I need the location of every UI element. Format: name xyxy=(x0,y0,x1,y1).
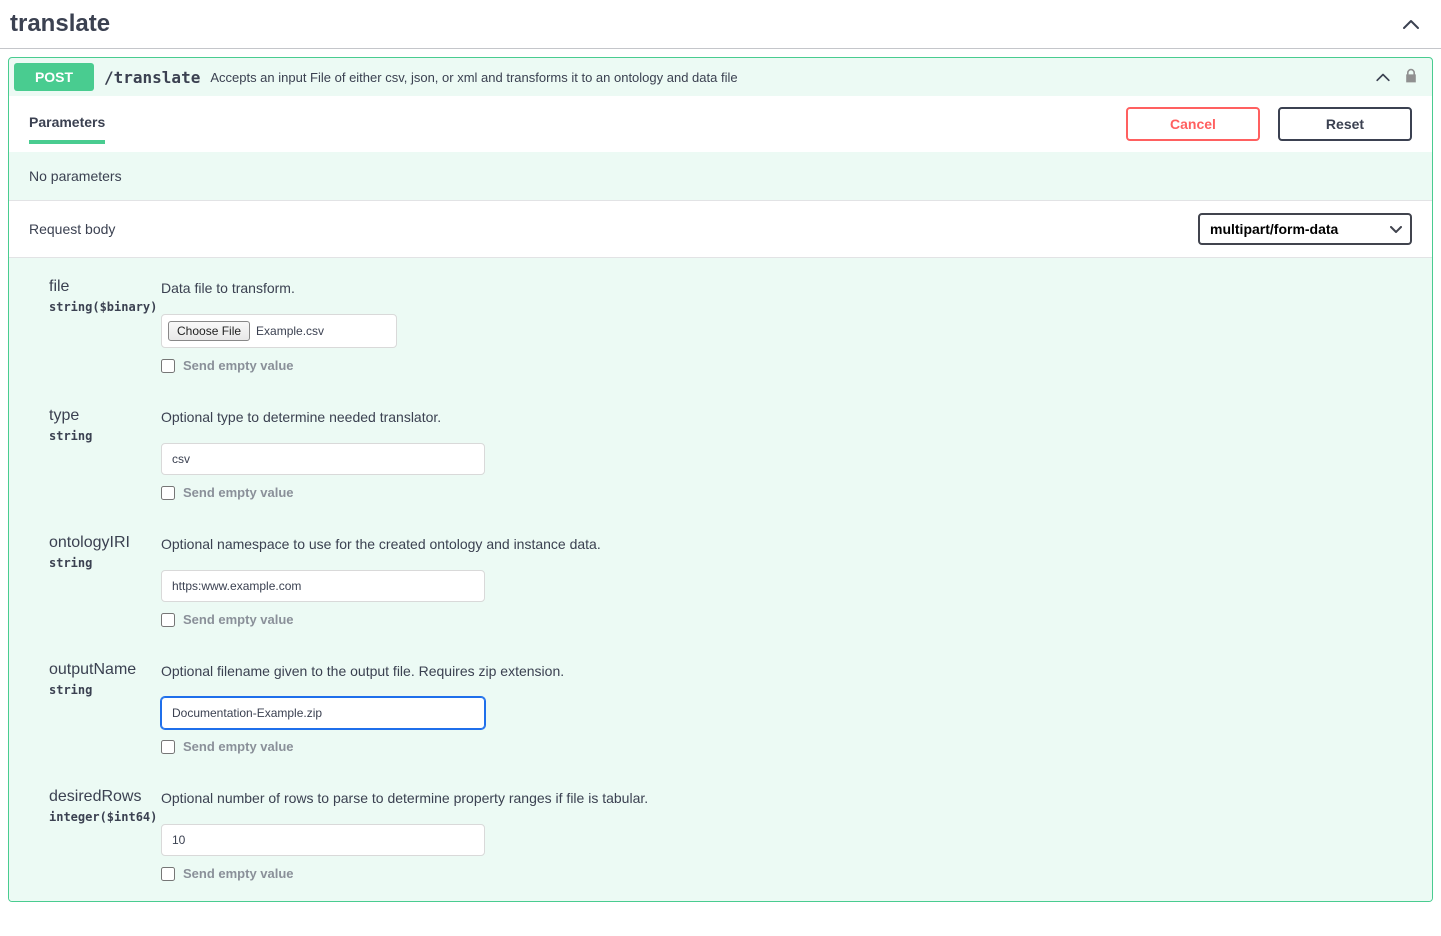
param-desc: Optional filename given to the output fi… xyxy=(161,663,1412,679)
send-empty-checkbox[interactable] xyxy=(161,486,175,500)
send-empty-label: Send empty value xyxy=(183,485,294,500)
choose-file-button[interactable]: Choose File xyxy=(168,321,250,341)
chevron-up-icon xyxy=(1401,14,1421,34)
param-desc: Optional type to determine needed transl… xyxy=(161,409,1412,425)
send-empty-label: Send empty value xyxy=(183,358,294,373)
method-badge: POST xyxy=(14,63,94,91)
request-body-label: Request body xyxy=(29,221,115,237)
content-type-select[interactable]: multipart/form-data xyxy=(1198,213,1412,245)
param-type: string xyxy=(49,429,161,443)
param-type: string($binary) xyxy=(49,300,161,314)
opblock-summary[interactable]: POST /translate Accepts an input File of… xyxy=(9,58,1432,96)
param-desc: Optional number of rows to parse to dete… xyxy=(161,790,1412,806)
section-header[interactable]: translate xyxy=(0,0,1441,49)
param-type: integer($int64) xyxy=(49,810,161,824)
send-empty-label: Send empty value xyxy=(183,866,294,881)
param-name: file xyxy=(49,278,161,296)
endpoint-path: /translate xyxy=(104,68,200,87)
param-file: file string($binary) Data file to transf… xyxy=(49,278,1412,373)
request-body-header: Request body multipart/form-data xyxy=(9,200,1432,258)
send-empty-checkbox[interactable] xyxy=(161,867,175,881)
send-empty-checkbox[interactable] xyxy=(161,740,175,754)
param-desc: Optional namespace to use for the create… xyxy=(161,536,1412,552)
reset-button[interactable]: Reset xyxy=(1278,107,1412,141)
parameters-header: Parameters Cancel Reset xyxy=(9,96,1432,152)
cancel-button[interactable]: Cancel xyxy=(1126,107,1260,141)
send-empty-checkbox[interactable] xyxy=(161,359,175,373)
chevron-up-icon xyxy=(1373,67,1393,87)
param-desc: Data file to transform. xyxy=(161,280,1412,296)
file-input[interactable]: Choose File Example.csv xyxy=(161,314,397,348)
tab-parameters[interactable]: Parameters xyxy=(29,104,105,144)
param-name: type xyxy=(49,407,161,425)
request-body-params: file string($binary) Data file to transf… xyxy=(9,258,1432,901)
param-ontology-iri: ontologyIRI string Optional namespace to… xyxy=(49,534,1412,627)
send-empty-checkbox[interactable] xyxy=(161,613,175,627)
ontology-iri-input[interactable] xyxy=(161,570,485,602)
send-empty-label: Send empty value xyxy=(183,739,294,754)
section-title: translate xyxy=(10,10,110,38)
param-name: outputName xyxy=(49,661,161,679)
param-name: desiredRows xyxy=(49,788,161,806)
param-type: string xyxy=(49,683,161,697)
param-desired-rows: desiredRows integer($int64) Optional num… xyxy=(49,788,1412,881)
type-input[interactable] xyxy=(161,443,485,475)
endpoint-summary: Accepts an input File of either csv, jso… xyxy=(210,70,1363,85)
opblock-post-translate: POST /translate Accepts an input File of… xyxy=(8,57,1433,902)
param-type: string xyxy=(49,556,161,570)
param-output-name: outputName string Optional filename give… xyxy=(49,661,1412,754)
desired-rows-input[interactable] xyxy=(161,824,485,856)
lock-icon[interactable] xyxy=(1403,68,1419,87)
no-parameters-text: No parameters xyxy=(9,152,1432,200)
param-type: type string Optional type to determine n… xyxy=(49,407,1412,500)
selected-file-name: Example.csv xyxy=(256,324,324,338)
param-name: ontologyIRI xyxy=(49,534,161,552)
output-name-input[interactable] xyxy=(161,697,485,729)
send-empty-label: Send empty value xyxy=(183,612,294,627)
